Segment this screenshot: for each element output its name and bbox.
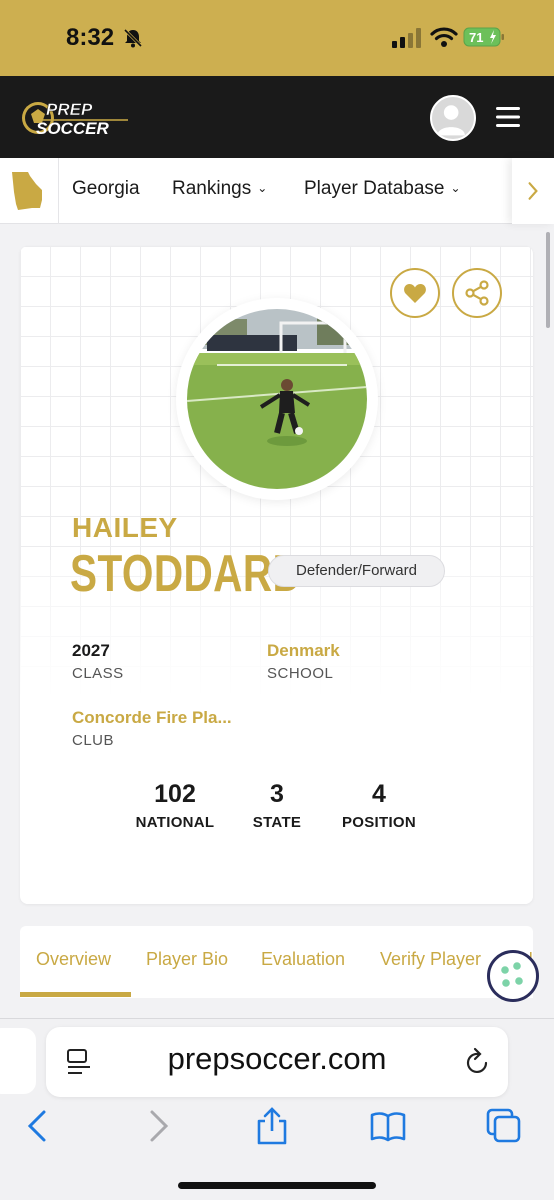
national-rank-label: NATIONAL	[135, 814, 215, 831]
active-tab-indicator	[20, 992, 131, 997]
chevron-down-icon: ⌄	[450, 181, 461, 195]
battery-level: 71	[469, 30, 483, 45]
state-rank-value: 3	[270, 780, 284, 808]
favorite-button[interactable]	[390, 268, 440, 318]
scrollbar-thumb[interactable]	[546, 232, 550, 328]
chevron-right-icon	[528, 182, 538, 200]
nav-item-rankings[interactable]: Rankings ⌄	[172, 178, 267, 200]
player-photo	[187, 309, 367, 489]
nav-item-state-label: Georgia	[72, 178, 140, 199]
cookie-settings-button[interactable]	[487, 950, 539, 1002]
state-rank-label: STATE	[252, 814, 302, 831]
position-rank-label: POSITION	[341, 814, 417, 831]
school-link[interactable]: Denmark	[267, 641, 340, 661]
prep-soccer-logo[interactable]: PREP SOCCER	[20, 96, 132, 140]
hamburger-menu-icon[interactable]	[494, 104, 522, 130]
share-button[interactable]	[452, 268, 502, 318]
national-rank-value: 102	[154, 780, 196, 808]
user-silhouette-icon	[437, 105, 465, 136]
georgia-state-icon[interactable]	[8, 170, 48, 214]
tab-player-bio[interactable]: Player Bio	[146, 949, 228, 970]
tab-evaluation[interactable]: Evaluation	[261, 949, 345, 970]
position-rank-value: 4	[372, 780, 386, 808]
cookie-icon	[501, 962, 523, 987]
tab-verify-player[interactable]: Verify Player	[380, 949, 481, 970]
logo-word-soccer: SOCCER	[36, 119, 109, 138]
nav-item-state[interactable]: Georgia	[72, 178, 140, 200]
reload-icon[interactable]	[464, 1046, 492, 1076]
class-value: 2027	[72, 641, 110, 660]
class-label: CLASS	[72, 665, 124, 682]
bookmarks-icon[interactable]	[370, 1106, 406, 1146]
forward-arrow-icon[interactable]	[140, 1106, 176, 1146]
url-text[interactable]: prepsoccer.com	[46, 1041, 508, 1077]
status-time: 8:32	[66, 24, 115, 51]
club-link[interactable]: Concorde Fire Pla...	[72, 708, 232, 728]
player-first-name: HAILEY	[72, 512, 178, 543]
bell-muted-icon	[123, 28, 143, 48]
nav-item-player-database-label: Player Database	[304, 178, 445, 199]
tabs-overview-icon[interactable]	[486, 1106, 522, 1146]
battery-icon: 71	[463, 26, 505, 48]
nav-scroll-next-button[interactable]	[512, 158, 554, 224]
wifi-icon	[430, 27, 458, 47]
nav-item-player-database[interactable]: Player Database ⌄	[304, 178, 461, 200]
heart-icon	[404, 284, 426, 303]
logo-word-prep: PREP	[46, 100, 93, 119]
nav-divider	[58, 158, 59, 224]
share-sheet-icon[interactable]	[254, 1106, 290, 1146]
tab-overview[interactable]: Overview	[36, 949, 111, 970]
user-avatar[interactable]	[430, 95, 476, 141]
previous-tab-preview[interactable]	[0, 1028, 36, 1094]
share-icon	[465, 280, 489, 306]
home-indicator	[178, 1182, 376, 1189]
back-arrow-icon[interactable]	[20, 1106, 56, 1146]
position-badge: Defender/Forward	[268, 555, 445, 587]
nav-item-rankings-label: Rankings	[172, 178, 252, 199]
club-label: CLUB	[72, 732, 115, 749]
cellular-signal-icon	[392, 28, 421, 48]
school-label: SCHOOL	[267, 665, 334, 682]
chevron-down-icon: ⌄	[257, 181, 268, 195]
